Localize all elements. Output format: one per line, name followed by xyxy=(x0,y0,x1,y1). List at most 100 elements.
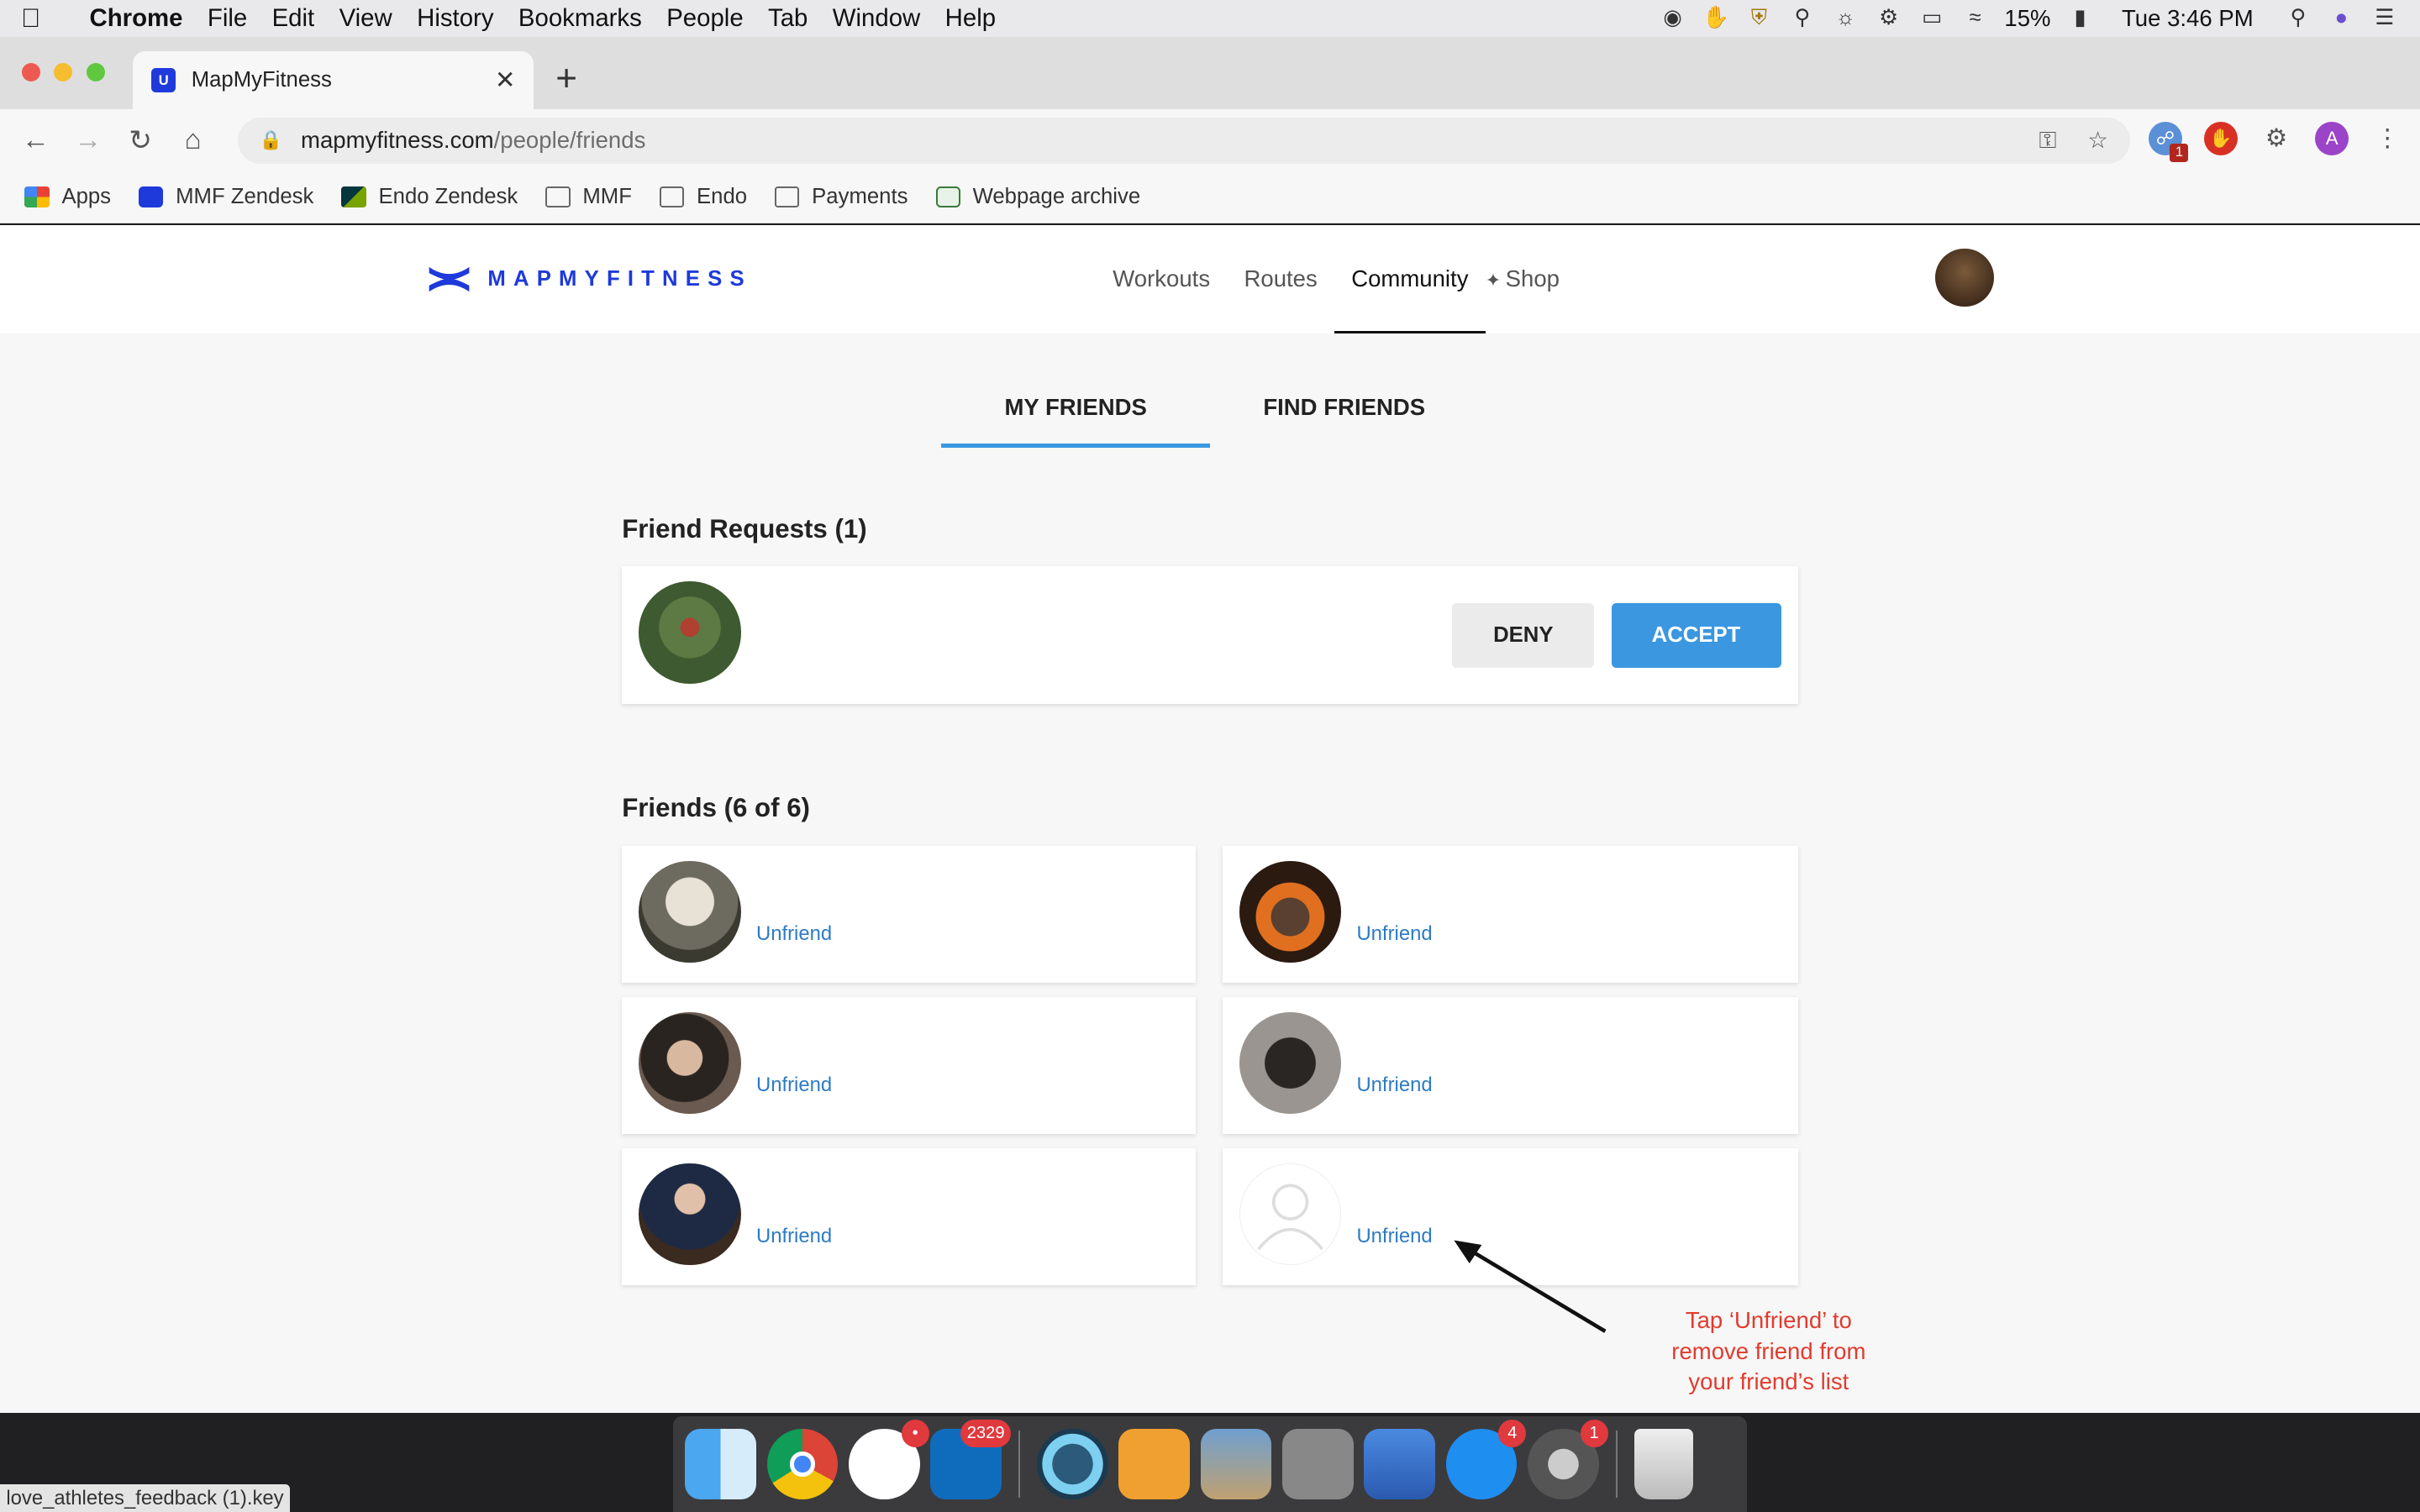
nav-routes[interactable]: Routes xyxy=(1227,225,1334,333)
unfriend-link[interactable]: Unfriend xyxy=(1356,922,1432,946)
friend-avatar[interactable] xyxy=(1239,860,1342,963)
dock-separator xyxy=(1018,1430,1020,1499)
search-tool-icon[interactable]: ⚲ xyxy=(1788,6,1816,30)
under-armour-logo-icon xyxy=(429,266,470,292)
bookmark-folder-payments[interactable]: Payments xyxy=(775,185,908,209)
preview-icon[interactable] xyxy=(1200,1428,1272,1500)
finder-icon[interactable] xyxy=(685,1428,756,1500)
menu-window[interactable]: Window xyxy=(820,4,933,33)
slack-icon[interactable]: • xyxy=(849,1419,929,1500)
bookmarks-bar: Apps MMF Zendesk Endo Zendesk MMF Endo P… xyxy=(0,171,2420,224)
unfriend-link[interactable]: Unfriend xyxy=(756,922,832,946)
t-app-icon[interactable] xyxy=(1118,1428,1190,1500)
status-app-icon[interactable]: ◉ xyxy=(1659,6,1686,30)
address-bar[interactable]: 🔒 mapmyfitness.com/people/friends ⚿ ☆ xyxy=(237,117,2130,164)
new-tab-plus-icon[interactable]: + xyxy=(555,60,577,97)
bookmark-folder-endo[interactable]: Endo xyxy=(659,185,747,209)
menu-app-name[interactable]: Chrome xyxy=(61,4,195,33)
notification-center-icon[interactable]: ☰ xyxy=(2370,6,2398,30)
lock-icon[interactable]: 🔒 xyxy=(260,129,282,151)
unfriend-link[interactable]: Unfriend xyxy=(756,1225,832,1248)
key-icon[interactable]: ⚿ xyxy=(2039,127,2057,155)
menu-bookmarks[interactable]: Bookmarks xyxy=(506,4,654,33)
unfriend-link[interactable]: Unfriend xyxy=(1356,1074,1432,1097)
status-hand-icon[interactable]: ✋ xyxy=(1702,6,1730,30)
spotlight-search-icon[interactable]: ⚲ xyxy=(2284,6,2312,30)
mmf-favicon-icon xyxy=(139,186,164,208)
gear-status-icon[interactable]: ⚙ xyxy=(1875,6,1902,30)
mac-dock: • 2329 4 1 xyxy=(672,1416,1748,1512)
app-store-icon[interactable]: 4 xyxy=(1445,1419,1527,1500)
battery-percent: 15% xyxy=(2004,5,2051,32)
extensions-puzzle-icon[interactable]: ⚙ xyxy=(2260,122,2293,155)
mapmyfitness-logo[interactable]: MAPMYFITNESS xyxy=(426,265,752,293)
keynote-icon[interactable] xyxy=(1364,1428,1435,1500)
apps-grid-icon xyxy=(24,186,50,208)
menu-people[interactable]: People xyxy=(655,4,756,33)
user-avatar[interactable] xyxy=(1935,248,1994,307)
status-bar-url: love_athletes_feedback (1).key xyxy=(0,1483,290,1512)
clock[interactable]: Tue 3:46 PM xyxy=(2122,5,2254,32)
airplay-icon[interactable]: ▭ xyxy=(1918,6,1946,30)
outlook-icon[interactable]: 2329 xyxy=(930,1419,1011,1500)
logo-text: MAPMYFITNESS xyxy=(487,266,752,291)
default-user-icon[interactable] xyxy=(1239,1163,1342,1266)
calculator-icon[interactable] xyxy=(1282,1428,1354,1500)
mapmyfitness-favicon-icon: U xyxy=(150,67,176,93)
adblock-hand-icon[interactable]: ✋ xyxy=(2203,122,2238,156)
bookmark-mmf-zendesk[interactable]: MMF Zendesk xyxy=(139,185,313,209)
window-close-button[interactable] xyxy=(21,63,40,82)
close-tab-icon[interactable]: ✕ xyxy=(495,66,516,95)
bookmark-label: Endo Zendesk xyxy=(378,185,518,209)
trash-icon[interactable] xyxy=(1634,1428,1693,1500)
tab-find-friends[interactable]: FIND FRIENDS xyxy=(1210,376,1479,447)
battery-icon[interactable]: ▮ xyxy=(2066,6,2094,30)
menu-tab[interactable]: Tab xyxy=(755,4,820,33)
wifi-icon[interactable]: ≈ xyxy=(1961,6,1989,30)
apple-menu-icon[interactable]:  xyxy=(0,3,61,34)
friend-avatar[interactable] xyxy=(639,1011,741,1115)
bookmark-star-icon[interactable]: ☆ xyxy=(2087,127,2108,155)
unfriend-link[interactable]: Unfriend xyxy=(1356,1225,1432,1248)
friend-avatar[interactable] xyxy=(1239,1011,1342,1115)
browser-menu-kebab-icon[interactable]: ⋮ xyxy=(2370,122,2404,155)
bookmark-webpage-archive[interactable]: Webpage archive xyxy=(935,185,1140,209)
siri-icon[interactable]: ● xyxy=(2328,6,2355,30)
extensions-area: ☍ 1 ✋ ⚙ A ⋮ xyxy=(2148,122,2405,162)
nav-community[interactable]: Community xyxy=(1334,225,1486,333)
menu-edit[interactable]: Edit xyxy=(260,4,327,33)
bookmark-endo-zendesk[interactable]: Endo Zendesk xyxy=(341,185,518,209)
tab-my-friends[interactable]: MY FRIENDS xyxy=(941,376,1210,448)
nav-shop[interactable]: ✦ Shop xyxy=(1486,225,1577,333)
menu-history[interactable]: History xyxy=(404,4,506,33)
window-minimize-button[interactable] xyxy=(54,63,73,82)
bookmark-apps[interactable]: Apps xyxy=(24,185,111,209)
menu-view[interactable]: View xyxy=(327,4,405,33)
sphere-app-icon[interactable] xyxy=(1037,1428,1108,1500)
home-icon[interactable]: ⌂ xyxy=(166,124,218,156)
chrome-icon[interactable] xyxy=(766,1428,839,1500)
reload-icon[interactable]: ↻ xyxy=(114,123,166,157)
unfriend-link[interactable]: Unfriend xyxy=(756,1074,832,1097)
window-zoom-button[interactable] xyxy=(86,63,105,82)
requester-avatar[interactable] xyxy=(639,581,741,684)
globe-extension-icon[interactable]: ☍ 1 xyxy=(2148,122,2189,162)
shield-icon[interactable]: ⛨ xyxy=(1745,6,1773,30)
friend-avatar[interactable] xyxy=(639,860,741,963)
system-preferences-icon[interactable]: 1 xyxy=(1528,1419,1608,1500)
outlook-badge: 2329 xyxy=(960,1419,1011,1447)
menu-help[interactable]: Help xyxy=(933,4,1008,33)
nav-workouts[interactable]: Workouts xyxy=(1096,225,1227,333)
browser-tab[interactable]: U MapMyFitness ✕ xyxy=(132,50,534,110)
friend-avatar[interactable] xyxy=(639,1163,741,1266)
back-arrow-icon[interactable]: ← xyxy=(9,124,61,156)
accept-button[interactable]: ACCEPT xyxy=(1611,603,1781,669)
menu-file[interactable]: File xyxy=(195,4,260,33)
nav-shop-label: Shop xyxy=(1505,265,1560,292)
profile-avatar[interactable]: A xyxy=(2315,122,2349,156)
bookmark-folder-mmf[interactable]: MMF xyxy=(545,185,632,209)
friend-request-card: DENY ACCEPT xyxy=(622,566,1798,704)
forward-arrow-icon[interactable]: → xyxy=(61,124,113,156)
deny-button[interactable]: DENY xyxy=(1452,603,1595,669)
spiral-icon[interactable]: ☼ xyxy=(1832,6,1860,30)
